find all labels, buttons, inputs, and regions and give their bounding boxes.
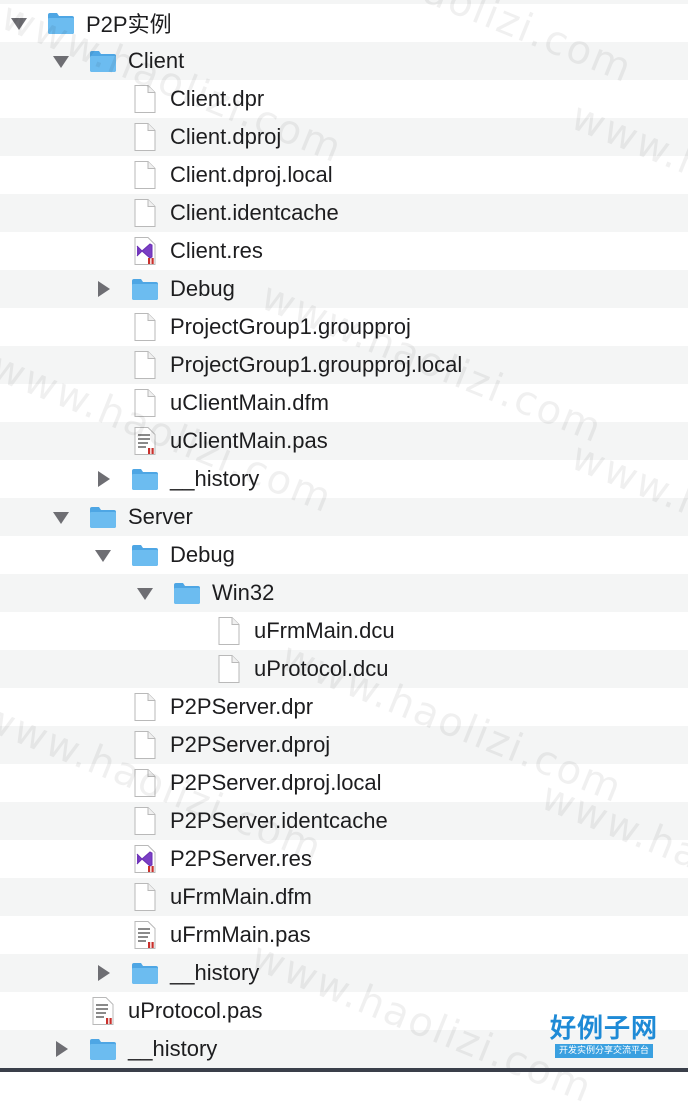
document-icon [130, 350, 160, 380]
tree-row-label: P2PServer.res [170, 846, 312, 871]
document-icon [130, 882, 160, 912]
disclosure-expanded-icon[interactable] [52, 52, 70, 70]
tree-row-label: __history [170, 466, 260, 491]
folder-icon [88, 502, 118, 532]
folder-icon [130, 274, 160, 304]
tree-row-label: Server [128, 504, 193, 529]
tree-row-label: P2PServer.dproj.local [170, 770, 382, 795]
tree-row[interactable]: Client.res [0, 232, 688, 270]
folder-icon [130, 540, 160, 570]
disclosure-collapsed-icon[interactable] [52, 1040, 70, 1058]
tree-row[interactable]: Client.dproj.local [0, 156, 688, 194]
tree-row[interactable]: uClientMain.dfm [0, 384, 688, 422]
disclosure-expanded-icon[interactable] [10, 14, 28, 32]
logo-subtitle: 开发实例分享交流平台 [554, 1044, 653, 1058]
tree-row-label: uClientMain.pas [170, 428, 328, 453]
tree-row[interactable]: P2PServer.res [0, 840, 688, 878]
tree-row[interactable]: P2PServer.dproj [0, 726, 688, 764]
tree-row-label: uFrmMain.dfm [170, 884, 312, 909]
document-icon [130, 84, 160, 114]
tree-row-label: Debug [170, 542, 235, 567]
tree-row-label: ProjectGroup1.groupproj.local [170, 352, 463, 377]
tree-row[interactable]: Client [0, 42, 688, 80]
folder-icon [130, 958, 160, 988]
disclosure-expanded-icon[interactable] [52, 508, 70, 526]
folder-icon [88, 46, 118, 76]
site-logo: 好例子网 开发实例分享交流平台 [548, 1014, 660, 1062]
tree-row-label: Client.dpr [170, 86, 265, 111]
tree-row-label: uClientMain.dfm [170, 390, 329, 415]
tree-row-label: P2P实例 [86, 12, 172, 37]
folder-icon [46, 8, 76, 38]
tree-row-label: Client.res [170, 238, 263, 263]
tree-row[interactable]: uFrmMain.dcu [0, 612, 688, 650]
document-icon [130, 768, 160, 798]
disclosure-expanded-icon[interactable] [94, 546, 112, 564]
tree-row[interactable]: __history [0, 954, 688, 992]
tree-row[interactable]: Client.dproj [0, 118, 688, 156]
tree-row[interactable]: uFrmMain.dfm [0, 878, 688, 916]
tree-row[interactable]: Debug [0, 536, 688, 574]
tree-row[interactable]: uProtocol.dcu [0, 650, 688, 688]
tree-row-label: Client.identcache [170, 200, 339, 225]
document-icon [214, 616, 244, 646]
tree-row-label: ProjectGroup1.groupproj [170, 314, 411, 339]
tree-row-label: uFrmMain.dcu [254, 618, 395, 643]
tree-row-label: __history [170, 960, 260, 985]
tree-row-label: Client [128, 48, 185, 73]
tree-row-label: uProtocol.pas [128, 998, 263, 1023]
tree-row-label: P2PServer.identcache [170, 808, 388, 833]
source-file-icon [130, 426, 160, 456]
tree-row-label: Win32 [212, 580, 275, 605]
tree-row[interactable]: __history [0, 460, 688, 498]
tree-row-label: P2PServer.dpr [170, 694, 314, 719]
tree-row[interactable]: P2PServer.dpr [0, 688, 688, 726]
folder-icon [172, 578, 202, 608]
disclosure-collapsed-icon[interactable] [94, 280, 112, 298]
tree-row[interactable]: Server [0, 498, 688, 536]
document-icon [130, 122, 160, 152]
tree-row[interactable]: Debug [0, 270, 688, 308]
tree-row[interactable]: ProjectGroup1.groupproj [0, 308, 688, 346]
visual-studio-file-icon [130, 844, 160, 874]
folder-icon [88, 1034, 118, 1064]
tree-row[interactable]: P2PServer.identcache [0, 802, 688, 840]
bottom-edge [0, 1068, 688, 1072]
disclosure-collapsed-icon[interactable] [94, 470, 112, 488]
document-icon [130, 692, 160, 722]
tree-row[interactable]: uClientMain.pas [0, 422, 688, 460]
logo-text: 好例子网 [549, 1014, 658, 1044]
document-icon [214, 654, 244, 684]
disclosure-collapsed-icon[interactable] [94, 964, 112, 982]
tree-row-label: Debug [170, 276, 235, 301]
document-icon [130, 806, 160, 836]
disclosure-expanded-icon[interactable] [136, 584, 154, 602]
tree-row-label: __history [128, 1036, 218, 1061]
tree-row-label: uProtocol.dcu [254, 656, 389, 681]
document-icon [130, 160, 160, 190]
tree-row-label: uFrmMain.pas [170, 922, 311, 947]
tree-row[interactable]: Client.identcache [0, 194, 688, 232]
folder-icon [130, 464, 160, 494]
tree-row-label: Client.dproj.local [170, 162, 333, 187]
tree-row[interactable]: P2P实例 [0, 4, 688, 42]
tree-row[interactable]: P2PServer.dproj.local [0, 764, 688, 802]
document-icon [130, 312, 160, 342]
source-file-icon [88, 996, 118, 1026]
document-icon [130, 198, 160, 228]
visual-studio-file-icon [130, 236, 160, 266]
tree-row[interactable]: uFrmMain.pas [0, 916, 688, 954]
tree-row[interactable]: Win32 [0, 574, 688, 612]
source-file-icon [130, 920, 160, 950]
tree-row-label: Client.dproj [170, 124, 282, 149]
document-icon [130, 730, 160, 760]
tree-row[interactable]: Client.dpr [0, 80, 688, 118]
tree-row[interactable]: ProjectGroup1.groupproj.local [0, 346, 688, 384]
document-icon [130, 388, 160, 418]
tree-row-label: P2PServer.dproj [170, 732, 331, 757]
